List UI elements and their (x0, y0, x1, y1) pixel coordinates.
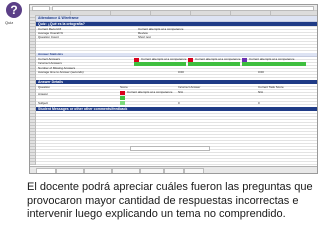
stats-column-label: Current attempts at a competence (249, 57, 295, 61)
detail-value: N/A (178, 90, 184, 94)
detail-column-header: Current Task Score (258, 85, 284, 89)
detail-column-header: Incorrect Answer (178, 85, 201, 89)
question-mark-icon: ? (6, 2, 22, 18)
slide-caption: El docente podrá apreciar cuáles fueron … (27, 181, 313, 220)
detail-value: N/A (258, 90, 264, 94)
sheet-tab[interactable] (140, 168, 164, 173)
correct-marker (120, 101, 125, 105)
selected-cell[interactable] (130, 146, 210, 151)
sheet-tab[interactable] (36, 168, 56, 173)
comments-header: Student Messages or other other comments… (38, 107, 128, 111)
sheet-tab[interactable] (164, 168, 184, 173)
stats-header: Answer Statistics (38, 52, 64, 56)
stats-value: 0:00 (258, 70, 264, 74)
sheet-tab[interactable] (112, 168, 140, 173)
detail-row-label: Subject (38, 101, 49, 105)
sheet-tab[interactable] (56, 168, 84, 173)
correct-bar (242, 62, 306, 66)
stats-row-label: Incorrect Answers (38, 61, 62, 65)
sheet-title: Attendance & Wireframe (38, 16, 79, 20)
info-value: Short text (138, 35, 151, 39)
detail-value: 0 (258, 101, 260, 105)
help-label: Quiz (5, 20, 14, 25)
detail-value: 0 (178, 101, 180, 105)
sheet-tab[interactable] (184, 168, 204, 173)
quiz-header: Quiz: ¿Qué es la ortografía? (38, 22, 85, 26)
detail-row-label: Answer (38, 92, 49, 96)
spreadsheet-screenshot: Attendance & Wireframe Quiz: ¿Qué es la … (29, 4, 318, 174)
detail-value: Current attempts at a competence (127, 90, 173, 94)
details-header-bar (36, 80, 317, 84)
info-label: Question Count (38, 35, 59, 39)
stats-row-label: Average time to Answer (seconds) (38, 70, 84, 74)
detail-column-header: Score (120, 85, 128, 89)
sheet-tab[interactable] (84, 168, 112, 173)
sheet-tabs (30, 166, 317, 173)
details-header: Answer Details (38, 80, 64, 84)
correct-bar (134, 62, 186, 66)
stats-column-label: Current attempts at a competence (141, 57, 187, 61)
stats-column-label: Current attempts at a competence (195, 57, 241, 61)
stats-value: 0:00 (178, 70, 184, 74)
detail-column-header: Question (38, 85, 51, 89)
correct-marker (120, 96, 125, 100)
correct-bar (188, 62, 240, 66)
cell-grid[interactable] (36, 15, 317, 165)
help-badge: ? Quiz (2, 0, 24, 36)
incorrect-marker (120, 91, 125, 95)
